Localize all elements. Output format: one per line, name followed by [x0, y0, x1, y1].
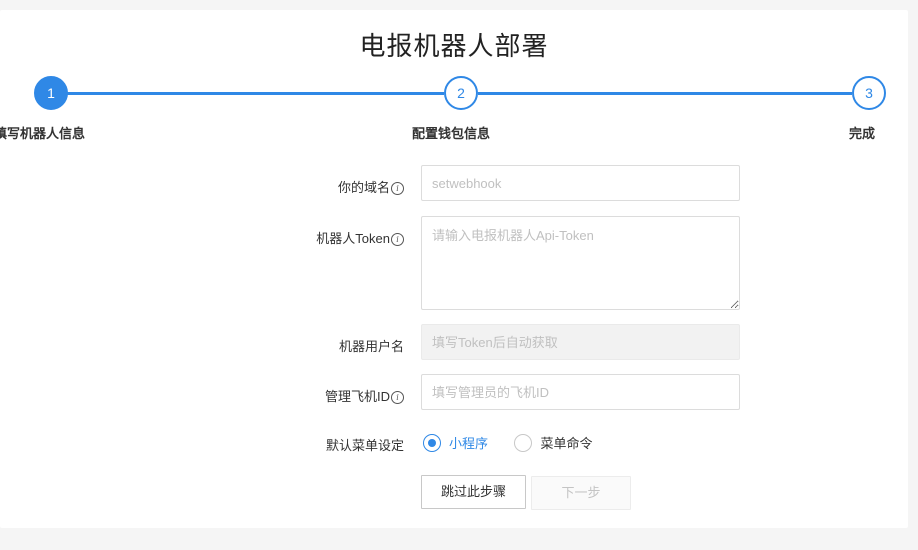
step-2-label: 配置钱包信息: [412, 126, 491, 141]
domain-info-icon[interactable]: i: [391, 182, 404, 195]
admin-id-info-icon[interactable]: i: [391, 391, 404, 404]
username-input: [421, 324, 740, 360]
domain-label: 你的域名 i: [338, 177, 404, 196]
token-label: 机器人Token i: [316, 228, 404, 247]
step-3-circle[interactable]: 3: [852, 76, 886, 110]
deploy-card: 电报机器人部署 1 2 3 填写机器人信息 配置钱包信息 完成 你的域名i 机器…: [0, 10, 908, 528]
token-info-icon[interactable]: i: [391, 233, 404, 246]
step-1-circle[interactable]: 1: [34, 76, 68, 110]
admin-id-input[interactable]: [421, 374, 740, 410]
username-label: 机器用户名: [338, 339, 404, 354]
step-2-circle[interactable]: 2: [444, 76, 478, 110]
menu-radio-group: 小程序 菜单命令: [423, 433, 614, 453]
radio-checked-icon[interactable]: [423, 433, 441, 452]
menu-setting-label: 默认菜单设定: [325, 438, 404, 453]
token-textarea[interactable]: [421, 216, 740, 310]
step-3-label: 完成: [849, 126, 876, 141]
stepper: 1 2 3 填写机器人信息 配置钱包信息 完成: [0, 10, 908, 150]
step-connector-1: [66, 92, 444, 95]
skip-step-button[interactable]: 跳过此步骤: [421, 475, 526, 509]
radio-menu-command[interactable]: 菜单命令: [514, 433, 592, 452]
radio-mini-program[interactable]: 小程序: [423, 433, 488, 452]
domain-input[interactable]: [421, 165, 740, 201]
step-connector-2: [478, 92, 852, 95]
radio-unchecked-icon[interactable]: [514, 433, 533, 452]
admin-id-label: 管理飞机ID i: [325, 386, 404, 405]
next-step-button[interactable]: 下一步: [531, 476, 631, 510]
step-1-label: 填写机器人信息: [0, 126, 86, 141]
